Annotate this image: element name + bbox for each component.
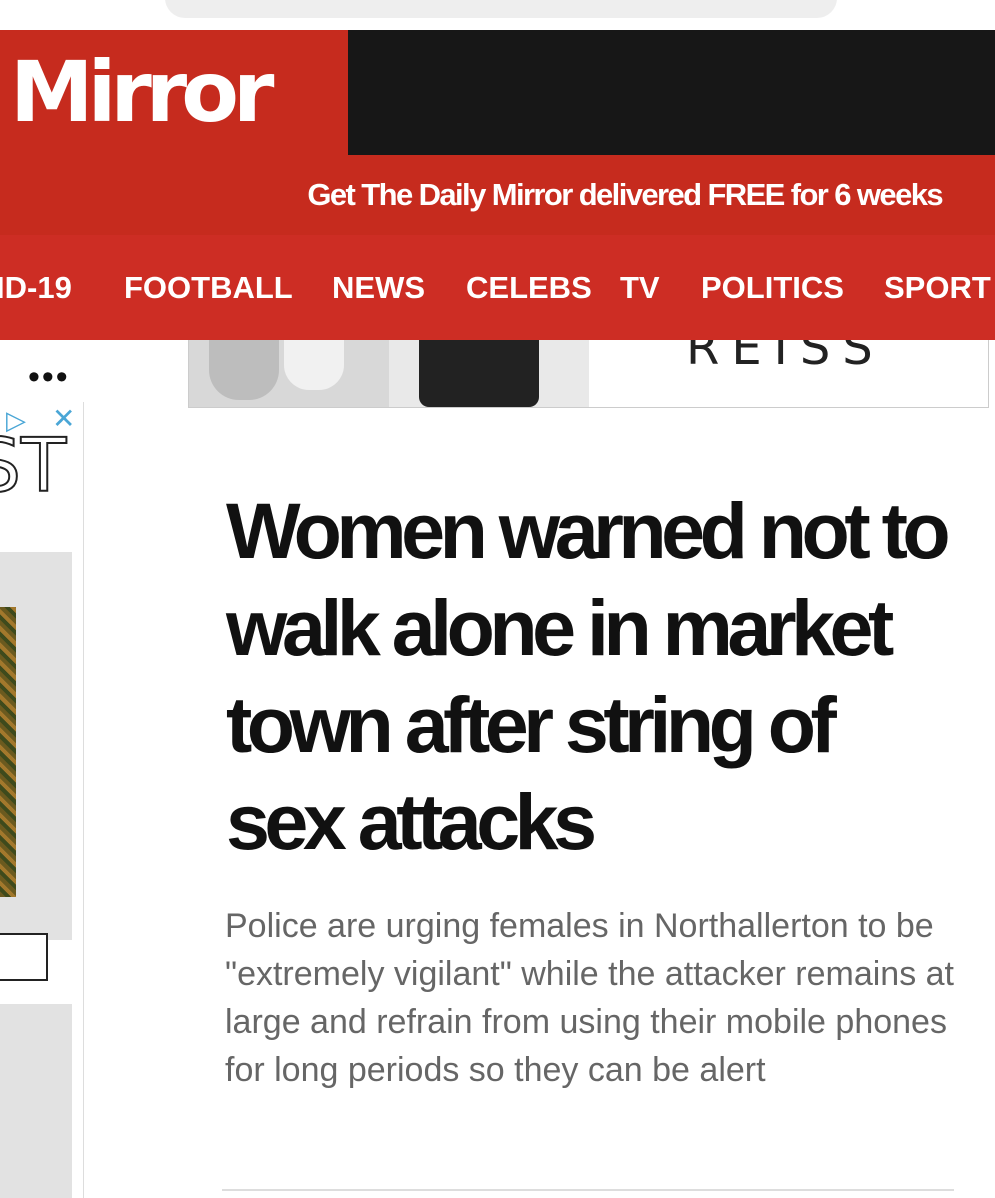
ad-model-image — [419, 340, 539, 407]
nav-item-news[interactable]: NEWS — [332, 270, 425, 306]
ad-product-image — [0, 552, 72, 940]
main-nav: ID-19 FOOTBALL NEWS CELEBS TV POLITICS S… — [0, 235, 995, 340]
more-options-icon[interactable]: ••• — [28, 360, 70, 394]
divider — [222, 1189, 954, 1191]
promo-text[interactable]: Get The Daily Mirror delivered FREE for … — [307, 177, 943, 213]
browser-top-bar — [0, 0, 995, 30]
advert-banner[interactable]: REISS — [188, 340, 989, 408]
ad-model-image — [284, 340, 344, 390]
ad-product-pattern — [0, 607, 16, 897]
side-advert[interactable]: ▷ ✕ ST — [0, 402, 84, 1198]
logo-text: Mirror — [10, 43, 274, 141]
ad-cta-button[interactable] — [0, 933, 48, 981]
subscription-promo[interactable]: Get The Daily Mirror delivered FREE for … — [0, 155, 995, 235]
nav-item-covid-19[interactable]: ID-19 — [0, 270, 72, 306]
mirror-logo[interactable]: Mirror — [0, 30, 348, 155]
ad-brand-logo: REISS — [686, 340, 885, 376]
nav-item-sport[interactable]: SPORT — [884, 270, 991, 306]
address-bar[interactable] — [165, 0, 837, 18]
ad-product-image — [0, 1004, 72, 1198]
nav-item-football[interactable]: FOOTBALL — [124, 270, 293, 306]
nav-item-politics[interactable]: POLITICS — [701, 270, 844, 306]
ad-model-image — [209, 340, 279, 400]
nav-item-tv[interactable]: TV — [620, 270, 660, 306]
article-standfirst: Police are urging females in Northallert… — [225, 907, 954, 1089]
nav-item-celebs[interactable]: CELEBS — [466, 270, 592, 306]
article-headline: Women warned not to walk alone in market… — [226, 486, 951, 866]
ad-headline: ST — [0, 423, 67, 509]
